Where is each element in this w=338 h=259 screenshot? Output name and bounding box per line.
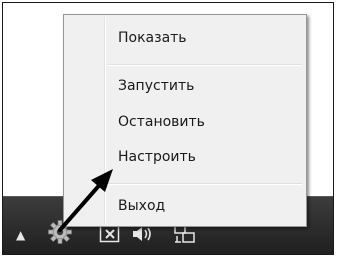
pointer-arrow-icon xyxy=(58,169,113,232)
screenshot-frame: ▲ Показать Запустить Остановить Настроит… xyxy=(2,2,334,255)
